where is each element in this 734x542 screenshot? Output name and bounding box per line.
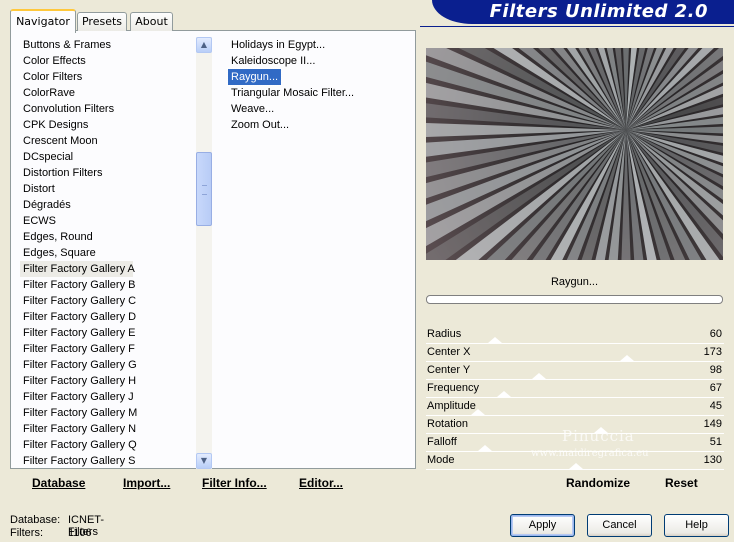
param-frequency[interactable]: Frequency 67 (426, 380, 724, 398)
category-item[interactable]: Filter Factory Gallery F (20, 341, 196, 357)
filter-item[interactable]: Kaleidoscope II... (228, 53, 416, 69)
category-item[interactable]: Edges, Round (20, 229, 196, 245)
editor-button[interactable]: Editor... (299, 476, 343, 490)
scrollbar-thumb[interactable] (196, 152, 212, 226)
filter-list[interactable]: Holidays in Egypt... Kaleidoscope II... Ra… (226, 37, 416, 133)
category-item[interactable]: Filter Factory Gallery G (20, 357, 196, 373)
category-item[interactable]: Filter Factory Gallery S (20, 453, 196, 469)
category-item[interactable]: Edges, Square (20, 245, 196, 261)
filter-item[interactable]: Triangular Mosaic Filter... (228, 85, 416, 101)
reset-button[interactable]: Reset (665, 476, 698, 490)
category-item[interactable]: Filter Factory Gallery M (20, 405, 196, 421)
category-item[interactable]: Filter Factory Gallery Q (20, 437, 196, 453)
status-database: Database: ICNET-Filters (10, 514, 105, 538)
category-item[interactable]: Filter Factory Gallery C (20, 293, 196, 309)
slider-thumb[interactable] (620, 355, 634, 361)
category-item[interactable]: Filter Factory Gallery N (20, 421, 196, 437)
header-banner: Filters Unlimited 2.0 (432, 0, 734, 24)
filter-info-button[interactable]: Filter Info... (202, 476, 267, 490)
tab-about[interactable]: About (130, 12, 173, 31)
filter-item[interactable]: Raygun... (226, 68, 283, 86)
category-item[interactable]: ECWS (20, 213, 196, 229)
filter-preview-image (426, 48, 723, 260)
filter-item[interactable]: Zoom Out... (228, 117, 416, 133)
slider-thumb[interactable] (478, 445, 492, 451)
app-title: Filters Unlimited 2.0 (489, 1, 708, 22)
category-list[interactable]: Buttons & Frames Color Effects Color Filte… (20, 37, 196, 469)
category-item[interactable]: Filter Factory Gallery B (20, 277, 196, 293)
category-item[interactable]: Crescent Moon (20, 133, 196, 149)
preview-filter-name: Raygun... (550, 276, 599, 288)
help-button[interactable]: Help (664, 514, 729, 537)
category-item[interactable]: Dégradés (20, 197, 196, 213)
scroll-up-arrow-icon[interactable]: ▲ (196, 37, 212, 53)
param-radius[interactable]: Radius 60 (426, 326, 724, 344)
slider-thumb[interactable] (569, 463, 583, 469)
apply-button[interactable]: Apply (510, 514, 575, 537)
tab-presets[interactable]: Presets (77, 12, 127, 31)
category-item[interactable]: Distortion Filters (20, 165, 196, 181)
category-item[interactable]: Distort (20, 181, 196, 197)
category-item[interactable]: Buttons & Frames (20, 37, 196, 53)
param-center-y[interactable]: Center Y 98 (426, 362, 724, 380)
category-item[interactable]: ColorRave (20, 85, 196, 101)
category-item[interactable]: Color Filters (20, 69, 196, 85)
randomize-button[interactable]: Randomize (566, 476, 630, 490)
param-amplitude[interactable]: Amplitude 45 (426, 398, 724, 416)
category-item[interactable]: Filter Factory Gallery J (20, 389, 196, 405)
param-center-x[interactable]: Center X 173 (426, 344, 724, 362)
category-scrollbar[interactable]: ▲ ▼ (196, 37, 212, 469)
filter-item[interactable]: Weave... (228, 101, 416, 117)
category-item[interactable]: CPK Designs (20, 117, 196, 133)
header-divider (420, 26, 734, 27)
slider-thumb[interactable] (488, 337, 502, 343)
filter-item[interactable]: Holidays in Egypt... (228, 37, 416, 53)
status-filters: Filters: 1106 (10, 527, 92, 539)
category-item[interactable]: Color Effects (20, 53, 196, 69)
watermark-name: Pinuccia (562, 427, 635, 445)
progress-bar (426, 295, 723, 304)
category-item[interactable]: Convolution Filters (20, 101, 196, 117)
category-item[interactable]: Filter Factory Gallery D (20, 309, 196, 325)
category-item[interactable]: Filter Factory Gallery H (20, 373, 196, 389)
category-item[interactable]: Filter Factory Gallery A (20, 261, 135, 277)
slider-thumb[interactable] (532, 373, 546, 379)
category-item[interactable]: Filter Factory Gallery E (20, 325, 196, 341)
tab-navigator[interactable]: Navigator (10, 9, 76, 33)
import-button[interactable]: Import... (123, 476, 170, 490)
cancel-button[interactable]: Cancel (587, 514, 652, 537)
watermark-url: www.maidiregrafica.eu (531, 448, 649, 459)
slider-thumb[interactable] (497, 391, 511, 397)
category-item[interactable]: DCspecial (20, 149, 196, 165)
slider-thumb[interactable] (471, 409, 485, 415)
scroll-down-arrow-icon[interactable]: ▼ (196, 453, 212, 469)
database-button[interactable]: Database (32, 476, 85, 490)
